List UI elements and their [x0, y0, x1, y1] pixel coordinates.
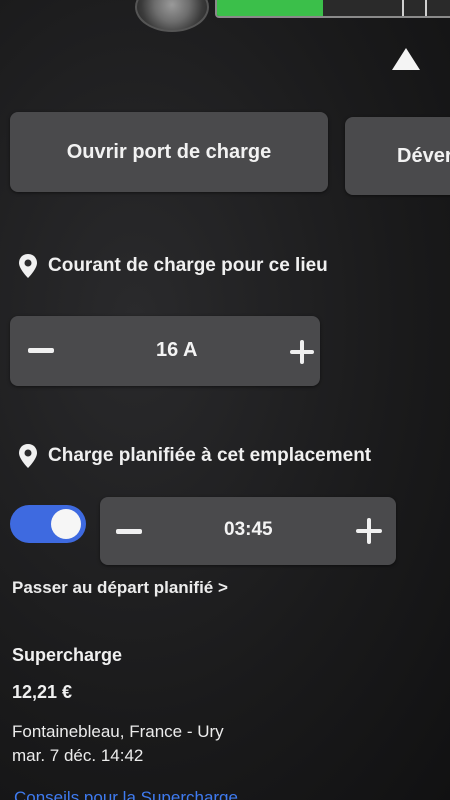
battery-fill — [217, 0, 323, 16]
minus-icon[interactable] — [116, 529, 142, 534]
scheduled-charge-toggle[interactable] — [10, 505, 86, 543]
location-pin-icon — [19, 444, 37, 468]
scheduled-time-stepper: 03:45 — [100, 497, 396, 565]
chevron-up-icon[interactable] — [392, 48, 420, 70]
session-location: Fontainebleau, France - Ury — [12, 722, 224, 741]
open-charge-port-label: Ouvrir port de charge — [66, 140, 272, 163]
battery-bar — [215, 0, 450, 18]
session-date: mar. 7 déc. 14:42 — [12, 746, 144, 765]
scheduled-time-value: 03:45 — [224, 519, 273, 540]
session-title: Supercharge — [12, 645, 123, 665]
scheduled-charge-header-text: Charge planifiée à cet emplacement — [48, 445, 372, 466]
vehicle-status-strip — [0, 0, 450, 32]
session-price: 12,21 € — [12, 682, 73, 702]
scheduled-departure-link[interactable]: Passer au départ planifié > — [12, 578, 228, 598]
minus-icon[interactable] — [28, 348, 54, 353]
battery-tick — [402, 0, 404, 16]
charge-current-value: 16 A — [156, 339, 198, 361]
charge-current-header-text: Courant de charge pour ce lieu — [48, 255, 328, 276]
charging-screen: Ouvrir port de charge Déver Courant de c… — [0, 0, 450, 800]
charge-current-header: Courant de charge pour ce lieu — [18, 254, 328, 278]
scheduled-charge-header: Charge planifiée à cet emplacement — [18, 444, 371, 468]
plus-icon[interactable] — [356, 518, 382, 544]
supercharge-tips-link[interactable]: Conseils pour la Supercharge — [14, 788, 238, 800]
plus-icon-v — [367, 518, 371, 544]
plus-icon-v — [300, 340, 304, 364]
location-pin-icon — [19, 254, 37, 278]
toggle-knob — [51, 509, 81, 539]
car-wheel-image — [135, 0, 209, 32]
plus-icon[interactable] — [290, 340, 314, 364]
charge-current-stepper: 16 A — [10, 316, 320, 386]
unlock-label: Déver — [397, 144, 450, 167]
open-charge-port-button[interactable]: Ouvrir port de charge — [10, 112, 328, 192]
unlock-button[interactable]: Déver — [345, 117, 450, 195]
battery-tick — [425, 0, 427, 16]
